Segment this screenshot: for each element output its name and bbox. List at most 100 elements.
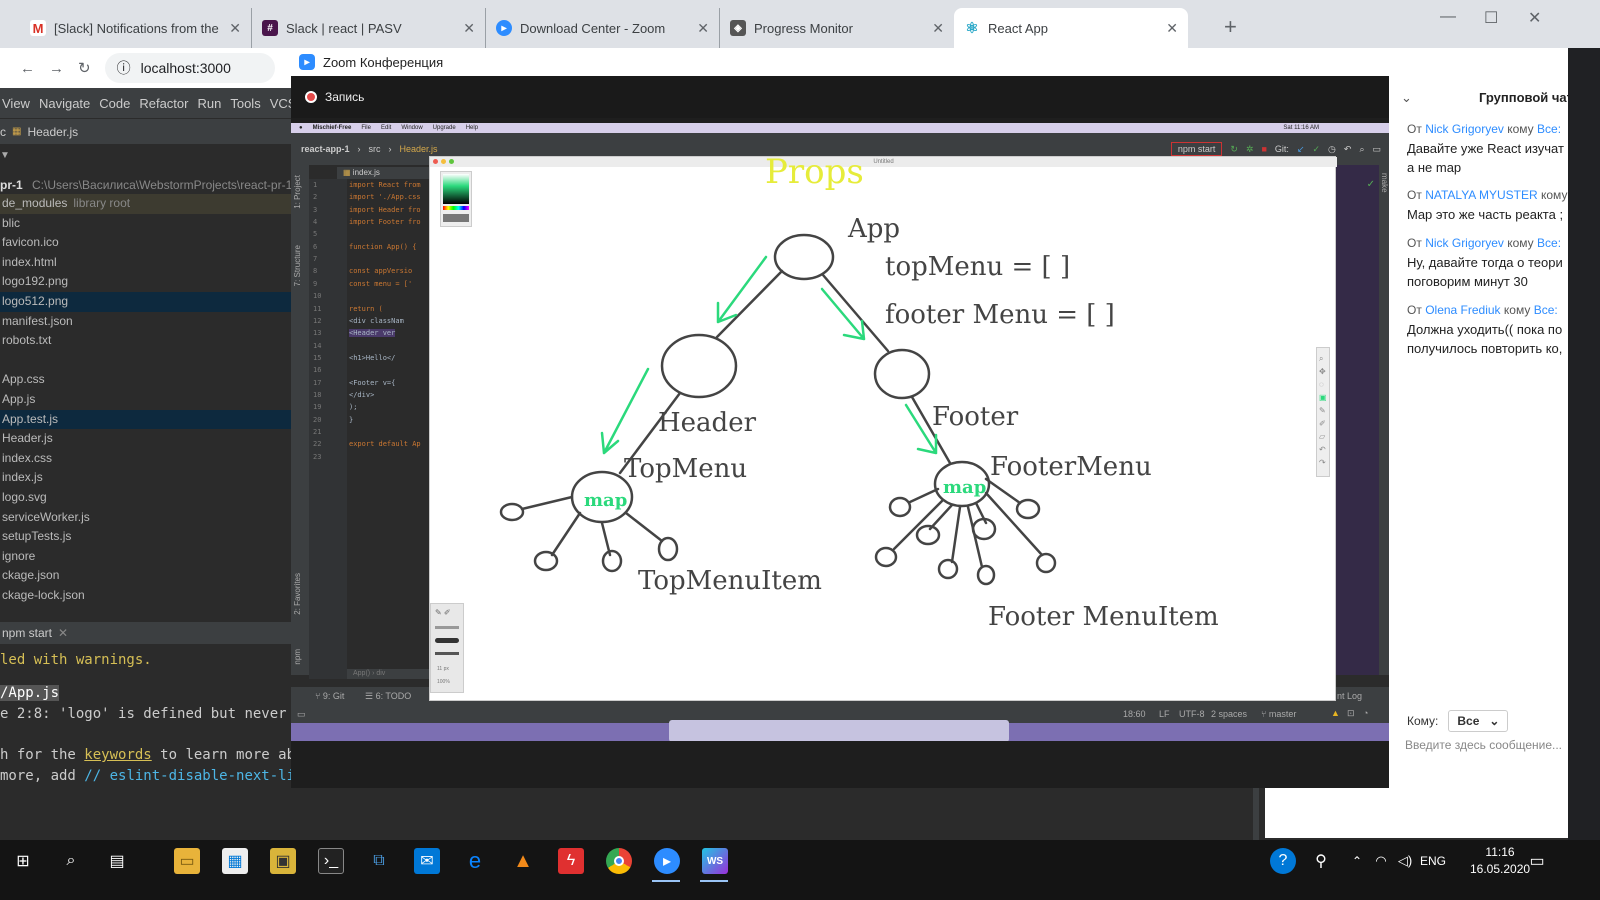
menu-view[interactable]: View <box>2 96 30 111</box>
terminal-tab[interactable]: npm start ✕ <box>0 622 300 644</box>
recording-label: Запись <box>325 90 365 104</box>
menu-tools[interactable]: Tools <box>230 96 260 111</box>
menu-refactor[interactable]: Refactor <box>139 96 188 111</box>
reload-icon[interactable]: ↻ <box>78 59 91 77</box>
chevron-up-icon[interactable]: ⌃ <box>1344 848 1370 874</box>
project-tree-item[interactable]: logo.svg <box>0 488 300 508</box>
project-tree-item[interactable]: setupTests.js <box>0 527 300 547</box>
mac-menu-item: File <box>361 125 371 131</box>
help-icon[interactable]: ? <box>1270 848 1296 874</box>
close-tab-icon[interactable]: ✕ <box>697 20 709 37</box>
git-branch: ⑂ master <box>1261 709 1297 719</box>
taskbar-clock[interactable]: 11:16 16.05.2020 <box>1470 844 1530 878</box>
project-tree-item[interactable]: logo192.png <box>0 272 300 292</box>
wifi-icon[interactable]: ◠ <box>1368 848 1394 874</box>
browser-tab-slack[interactable]: # Slack | react | PASV ✕ <box>252 8 486 48</box>
flash-icon[interactable]: ϟ <box>558 848 584 874</box>
mail-icon[interactable]: ✉ <box>414 848 440 874</box>
chat-message-input[interactable]: Введите здесь сообщение... <box>1405 738 1568 752</box>
lock-icon: ⊡ <box>1347 708 1355 718</box>
chevron-right-icon: › <box>357 144 361 154</box>
browser-tab-react-app[interactable]: ⚛ React App ✕ <box>954 8 1188 48</box>
git-label: Git: <box>1274 144 1289 154</box>
project-tree-item[interactable]: ckage-lock.json <box>0 586 300 606</box>
line-number: 15 <box>313 353 322 362</box>
search-icon[interactable]: ⌕ <box>58 848 84 874</box>
windows-taskbar: ⊞ ⌕ ▤ ▭ ▦ ▣ ›_ ⧉ ✉ e ▲ ϟ ▸ WS ? ⚲ ⌃ ◠ ◁)… <box>0 840 1600 882</box>
project-tree-item[interactable]: App.test.js <box>0 409 300 430</box>
terminal-text: more, add <box>0 768 85 784</box>
chrome-icon[interactable] <box>606 848 632 874</box>
volume-icon[interactable]: ◁) <box>1392 848 1418 874</box>
project-tree-item[interactable]: App.css <box>0 370 300 390</box>
vlc-icon[interactable]: ▲ <box>510 848 536 874</box>
input-language[interactable]: ENG <box>1420 854 1446 868</box>
project-root-row[interactable]: pr-1 C:\Users\Василиса\WebstormProjects\… <box>0 178 292 192</box>
close-tab-icon[interactable]: ✕ <box>932 20 944 37</box>
project-tree-label: index.css <box>2 450 53 465</box>
project-tree-item[interactable]: robots.txt <box>0 331 300 351</box>
minimize-window-icon[interactable]: — <box>1440 8 1456 26</box>
chevron-down-icon[interactable]: ⌄ <box>1401 90 1412 106</box>
start-icon[interactable]: ⊞ <box>10 848 36 874</box>
store-icon[interactable]: ▦ <box>222 848 248 874</box>
msg-sender[interactable]: NATALYA MYUSTER <box>1425 188 1537 202</box>
breadcrumb-item[interactable]: c <box>0 125 6 139</box>
msg-sender[interactable]: Olena Frediuk <box>1425 303 1500 317</box>
network-icon[interactable]: ⧉ <box>366 848 392 874</box>
task-view-icon[interactable]: ▤ <box>104 848 130 874</box>
project-tree-item[interactable]: manifest.json <box>0 312 300 332</box>
back-arrow-icon[interactable]: ← <box>20 60 35 77</box>
close-tab-icon[interactable]: ✕ <box>229 20 241 37</box>
msg-sender[interactable]: Nick Grigoryev <box>1425 236 1504 250</box>
project-tree-item[interactable]: index.js <box>0 468 300 488</box>
terminal-text: h for the <box>0 747 85 763</box>
menu-code[interactable]: Code <box>99 96 130 111</box>
cmd-icon[interactable]: ›_ <box>318 848 344 874</box>
terminal-keyword-link[interactable]: keywords <box>84 747 151 763</box>
project-tree-item[interactable]: App.js <box>0 390 300 410</box>
project-tree-item[interactable]: serviceWorker.js <box>0 508 300 528</box>
edge-icon[interactable]: e <box>462 848 488 874</box>
project-tree-item[interactable]: blic <box>0 214 300 234</box>
new-tab-button[interactable]: + <box>1224 14 1237 40</box>
close-tab-icon[interactable]: ✕ <box>463 20 475 37</box>
terminal-panel: npm start ✕ led with warnings. /App.js e… <box>0 622 312 840</box>
close-tab-icon[interactable]: ✕ <box>58 626 68 640</box>
webstorm-icon[interactable]: WS <box>702 848 728 874</box>
line-number: 23 <box>313 452 322 461</box>
msg-sender[interactable]: Nick Grigoryev <box>1425 122 1504 136</box>
sticky-icon[interactable]: ▣ <box>270 848 296 874</box>
project-tree-item[interactable]: ignore <box>0 547 300 567</box>
project-tree-item[interactable]: ckage.json <box>0 566 300 586</box>
msg-text: Должна уходить(( пока по получилось повт… <box>1407 322 1563 356</box>
people-icon[interactable]: ⚲ <box>1308 848 1334 874</box>
breadcrumb-item[interactable]: Header.js <box>27 125 78 139</box>
close-window-icon[interactable]: ✕ <box>1528 8 1541 28</box>
close-tab-icon[interactable]: ✕ <box>1166 20 1178 37</box>
browser-tab-gmail[interactable]: M [Slack] Notifications from the PAS ✕ <box>20 8 252 48</box>
project-tree-item[interactable]: favicon.ico <box>0 233 300 253</box>
maximize-window-icon[interactable]: ☐ <box>1484 8 1498 28</box>
browser-tab-progress[interactable]: ◈ Progress Monitor ✕ <box>720 8 954 48</box>
project-tree-item[interactable]: index.html <box>0 253 300 273</box>
collapse-arrow-icon[interactable]: ▼ <box>0 150 10 161</box>
project-tree-item[interactable]: index.css <box>0 449 300 469</box>
recording-indicator[interactable]: Запись <box>291 76 1389 118</box>
project-tree-item[interactable] <box>0 351 300 371</box>
browser-tab-zoom[interactable]: ▸ Download Center - Zoom ✕ <box>486 8 720 48</box>
recipient-select[interactable]: Все ⌄ <box>1448 710 1509 732</box>
project-tree-item[interactable]: de_modules library root <box>0 194 300 214</box>
forward-arrow-icon[interactable]: → <box>49 60 64 77</box>
address-bar[interactable]: ⓘ localhost:3000 <box>104 53 275 83</box>
explorer-icon[interactable]: ▭ <box>174 848 200 874</box>
menu-run[interactable]: Run <box>197 96 221 111</box>
terminal-text: 'logo' is defined but never u <box>59 706 304 722</box>
menu-navigate[interactable]: Navigate <box>39 96 90 111</box>
project-tree-item[interactable]: Header.js <box>0 429 300 449</box>
project-tree-item[interactable]: logo512.png <box>0 291 300 312</box>
zoom-icon[interactable]: ▸ <box>654 848 680 874</box>
whiteboard-drawing: Props App topMenu = [ ] footer Menu = [ … <box>499 157 1219 632</box>
webstorm-menubar: View Navigate Code Refactor Run Tools VC… <box>0 88 300 118</box>
scrollbar[interactable] <box>1253 788 1259 840</box>
